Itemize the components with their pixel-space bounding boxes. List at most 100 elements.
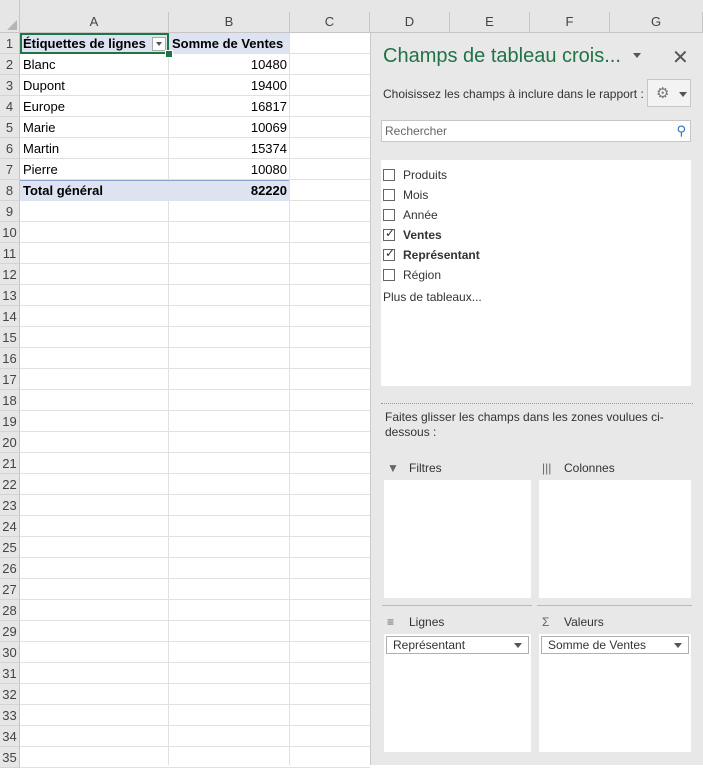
row-header[interactable]: 29 xyxy=(0,621,20,642)
row-header[interactable]: 3 xyxy=(0,75,20,96)
field-item-label: Mois xyxy=(403,188,429,202)
filters-drop-zone[interactable] xyxy=(384,480,531,598)
column-header-c[interactable]: C xyxy=(290,12,370,33)
row-header[interactable]: 17 xyxy=(0,369,20,390)
row-header[interactable]: 26 xyxy=(0,558,20,579)
pivot-row-value[interactable]: 15374 xyxy=(169,138,290,159)
row-header[interactable]: 34 xyxy=(0,726,20,747)
row-header[interactable]: 18 xyxy=(0,390,20,411)
row-header[interactable]: 33 xyxy=(0,705,20,726)
rows-icon: ≡ xyxy=(387,615,395,629)
pane-options-chevron-down-icon[interactable] xyxy=(633,53,641,58)
row-header[interactable]: 14 xyxy=(0,306,20,327)
row-header[interactable]: 4 xyxy=(0,96,20,117)
row-header[interactable]: 8 xyxy=(0,180,20,201)
filters-zone-label: Filtres xyxy=(409,461,442,475)
columns-drop-zone[interactable] xyxy=(539,480,691,598)
more-tables-link[interactable]: Plus de tableaux... xyxy=(383,290,482,304)
drag-instruction-text: Faites glisser les champs dans les zones… xyxy=(385,410,664,439)
values-field-chip[interactable]: Somme de Ventes xyxy=(541,636,689,654)
pivot-values-header[interactable]: Somme de Ventes xyxy=(169,33,290,54)
chevron-down-icon[interactable] xyxy=(514,643,522,648)
pivot-row-label[interactable]: Dupont xyxy=(20,75,169,96)
row-header[interactable]: 9 xyxy=(0,201,20,222)
pivot-row-value[interactable]: 19400 xyxy=(169,75,290,96)
pane-splitter[interactable] xyxy=(381,403,693,404)
pivot-row-label[interactable]: Europe xyxy=(20,96,169,117)
grid-row xyxy=(20,201,370,222)
checkbox-unchecked[interactable] xyxy=(383,189,395,201)
column-header-d[interactable]: D xyxy=(370,12,450,33)
checkbox-unchecked[interactable] xyxy=(383,209,395,221)
row-header[interactable]: 31 xyxy=(0,663,20,684)
row-header[interactable]: 12 xyxy=(0,264,20,285)
row-header[interactable]: 24 xyxy=(0,516,20,537)
close-icon[interactable]: ✕ xyxy=(672,45,689,70)
grid-row xyxy=(20,642,370,663)
column-header-strip xyxy=(20,0,703,12)
pane-subtitle: Choisissez les champs à inclure dans le … xyxy=(383,87,644,101)
row-header[interactable]: 30 xyxy=(0,642,20,663)
row-header[interactable]: 10 xyxy=(0,222,20,243)
row-header[interactable]: 7 xyxy=(0,159,20,180)
search-icon[interactable]: ⚲ xyxy=(676,123,686,139)
field-search-box[interactable]: ⚲ xyxy=(381,120,691,142)
row-header[interactable]: 22 xyxy=(0,474,20,495)
gear-icon: ⚙ xyxy=(656,85,670,102)
row-header[interactable]: 21 xyxy=(0,453,20,474)
checkbox-unchecked[interactable] xyxy=(383,169,395,181)
pivot-total-label[interactable]: Total général xyxy=(20,180,169,201)
pivot-total-value[interactable]: 82220 xyxy=(169,180,290,201)
values-drop-zone[interactable]: Somme de Ventes xyxy=(539,634,691,752)
field-item-label: Année xyxy=(403,208,438,222)
column-header-a[interactable]: A xyxy=(20,12,169,33)
field-item-label: Produits xyxy=(403,168,448,182)
row-header[interactable]: 1 xyxy=(0,33,20,54)
row-header[interactable]: 5 xyxy=(0,117,20,138)
row-header[interactable]: 2 xyxy=(0,54,20,75)
pivot-row-value[interactable]: 16817 xyxy=(169,96,290,117)
row-header[interactable]: 19 xyxy=(0,411,20,432)
row-header[interactable]: 20 xyxy=(0,432,20,453)
grid-row xyxy=(20,348,370,369)
rows-drop-zone[interactable]: Représentant xyxy=(384,634,531,752)
checkbox-checked[interactable]: ✓ xyxy=(383,246,396,261)
checkmark-icon: ✓ xyxy=(385,246,396,260)
pivot-row-label[interactable]: Marie xyxy=(20,117,169,138)
field-item-label: Ventes xyxy=(403,228,442,242)
checkbox-checked[interactable]: ✓ xyxy=(383,226,396,241)
fill-handle[interactable] xyxy=(165,50,173,58)
row-header[interactable]: 11 xyxy=(0,243,20,264)
layout-options-button[interactable]: ⚙ xyxy=(647,79,691,107)
checkmark-icon: ✓ xyxy=(385,226,396,240)
column-header-e[interactable]: E xyxy=(450,12,530,33)
row-header[interactable]: 32 xyxy=(0,684,20,705)
row-header[interactable]: 16 xyxy=(0,348,20,369)
field-item-label: Région xyxy=(403,268,442,282)
column-header-g[interactable]: G xyxy=(610,12,703,33)
column-header-b[interactable]: B xyxy=(169,12,290,33)
pivot-row-value[interactable]: 10480 xyxy=(169,54,290,75)
pivot-field-pane: Champs de tableau crois... ✕ Choisissez … xyxy=(370,33,703,765)
row-header[interactable]: 6 xyxy=(0,138,20,159)
pivot-row-label[interactable]: Martin xyxy=(20,138,169,159)
rows-field-chip[interactable]: Représentant xyxy=(386,636,529,654)
pivot-row-label[interactable]: Blanc xyxy=(20,54,169,75)
row-header[interactable]: 27 xyxy=(0,579,20,600)
row-header[interactable]: 23 xyxy=(0,495,20,516)
pivot-row-label[interactable]: Pierre xyxy=(20,159,169,180)
select-all-corner[interactable] xyxy=(0,0,20,33)
pivot-row-value[interactable]: 10080 xyxy=(169,159,290,180)
search-input[interactable] xyxy=(382,121,668,141)
grid-row xyxy=(20,621,370,642)
grid-row xyxy=(20,285,370,306)
row-header[interactable]: 28 xyxy=(0,600,20,621)
row-header[interactable]: 25 xyxy=(0,537,20,558)
grid-row xyxy=(20,222,370,243)
row-header[interactable]: 15 xyxy=(0,327,20,348)
chevron-down-icon[interactable] xyxy=(674,643,682,648)
row-header[interactable]: 13 xyxy=(0,285,20,306)
column-header-f[interactable]: F xyxy=(530,12,610,33)
pivot-row-value[interactable]: 10069 xyxy=(169,117,290,138)
checkbox-unchecked[interactable] xyxy=(383,269,395,281)
